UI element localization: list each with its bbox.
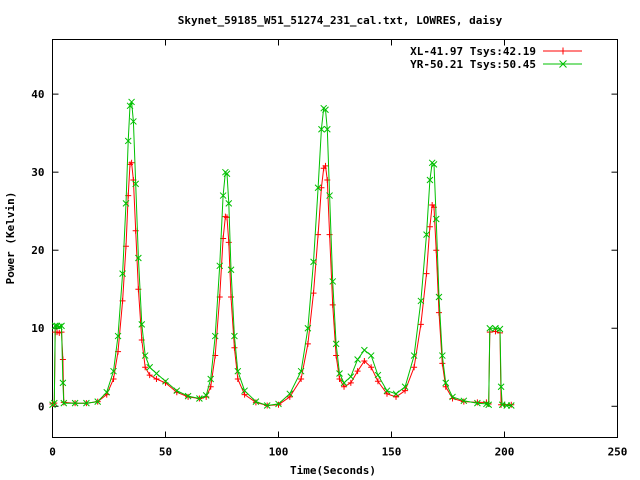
chart-title: Skynet_59185_W51_51274_231_cal.txt, LOWR…	[178, 14, 503, 27]
data-point	[333, 352, 340, 359]
data-point	[326, 231, 333, 238]
data-point	[315, 231, 322, 238]
data-point	[417, 321, 424, 328]
data-point	[374, 371, 382, 379]
legend-marker-xl	[559, 47, 567, 55]
axis-ticks: 0 50 100 150 200 250 0 10 20 30 40	[31, 39, 628, 459]
y-tick-label: 40	[31, 88, 44, 101]
data-point	[435, 309, 442, 316]
x-axis-label: Time(Seconds)	[290, 464, 376, 477]
x-tick-label: 250	[608, 446, 628, 459]
x-tick-label: 0	[49, 446, 56, 459]
data-point	[318, 184, 325, 191]
data-point	[286, 393, 293, 400]
y-axis-label: Power (Kelvin)	[4, 192, 17, 285]
series-line	[52, 101, 512, 407]
x-tick-label: 150	[382, 446, 402, 459]
series-yr	[49, 98, 515, 409]
data-point	[298, 375, 305, 382]
data-point	[228, 294, 235, 301]
legend: XL-41.97 Tsys:42.19 YR-50.21 Tsys:50.45	[410, 45, 582, 71]
data-point	[231, 344, 238, 351]
data-point	[354, 356, 361, 363]
x-tick-label: 200	[495, 446, 515, 459]
series-group	[49, 98, 515, 409]
data-point	[354, 368, 361, 375]
x-tick-label: 50	[159, 446, 172, 459]
data-point	[426, 223, 433, 230]
y-tick-label: 20	[31, 244, 44, 257]
data-point	[59, 356, 66, 363]
data-point	[439, 360, 446, 367]
data-point	[347, 379, 354, 386]
data-point	[153, 370, 160, 377]
data-point	[367, 352, 375, 359]
legend-label-yr: YR-50.21 Tsys:50.45	[410, 58, 536, 71]
data-point	[153, 375, 160, 382]
legend-label-xl: XL-41.97 Tsys:42.19	[410, 45, 536, 58]
chart: Skynet_59185_W51_51274_231_cal.txt, LOWR…	[4, 14, 628, 477]
data-point	[361, 346, 368, 354]
y-tick-label: 0	[38, 400, 45, 413]
y-tick-label: 30	[31, 166, 44, 179]
y-tick-label: 10	[31, 322, 44, 335]
data-point	[347, 373, 355, 380]
data-point	[393, 393, 400, 400]
data-point	[423, 270, 430, 277]
data-point	[225, 239, 232, 246]
data-point	[146, 372, 153, 379]
data-point	[433, 247, 440, 254]
series-line	[52, 161, 512, 407]
data-point	[411, 364, 418, 371]
x-tick-label: 100	[269, 446, 289, 459]
data-point	[329, 301, 336, 308]
